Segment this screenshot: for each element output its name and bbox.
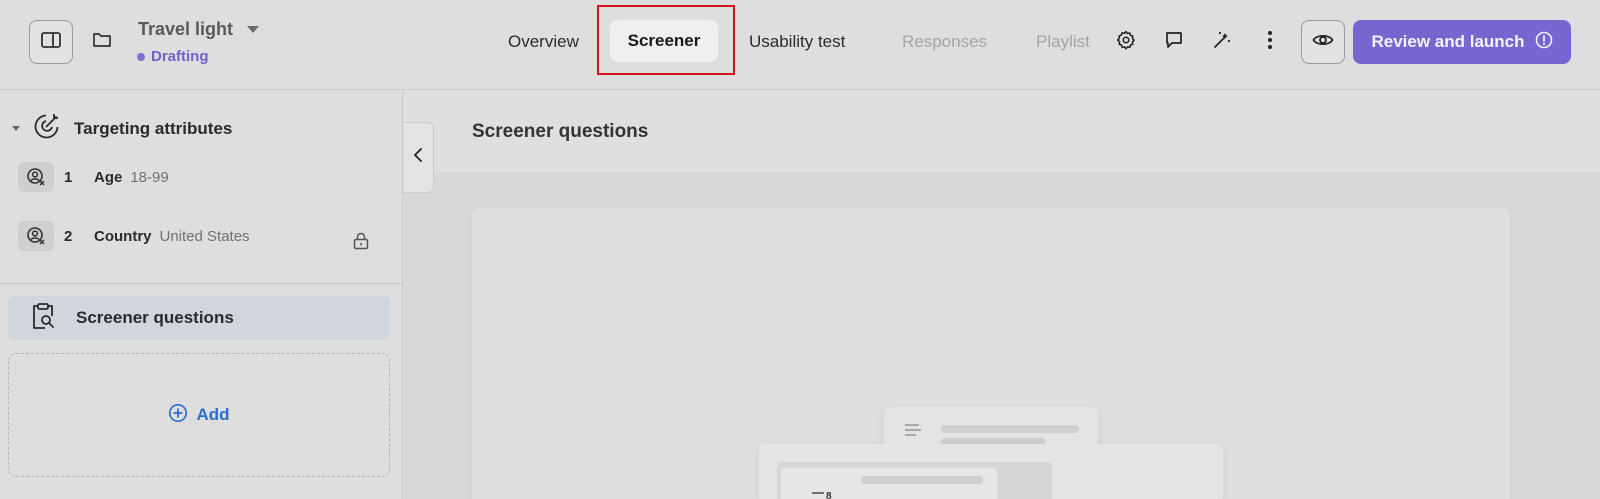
status-dot-icon	[137, 52, 145, 61]
illustration-inner-card: 8	[781, 468, 997, 499]
placeholder-line	[941, 425, 1079, 433]
sidebar-item-label: Screener questions	[76, 308, 234, 327]
attribute-name: Country	[94, 227, 152, 245]
chevron-down-icon	[247, 26, 260, 33]
comments-button[interactable]	[1160, 28, 1188, 56]
status-badge: Drafting	[137, 48, 209, 65]
chevron-left-icon	[413, 147, 423, 168]
svg-text:8: 8	[826, 491, 832, 499]
settings-icon	[1115, 29, 1137, 56]
user-attribute-icon	[18, 162, 54, 192]
clipboard-search-icon	[30, 302, 56, 335]
tab-responses[interactable]: Responses	[902, 32, 987, 52]
text-lines-icon	[904, 423, 922, 442]
alert-circle-icon	[1535, 31, 1553, 54]
folder-icon	[92, 31, 112, 53]
attribute-number: 2	[64, 227, 73, 245]
project-title: Travel light	[138, 19, 234, 39]
more-options-button[interactable]	[1256, 28, 1284, 56]
attribute-row-country[interactable]: 2 Country United States	[18, 221, 250, 251]
illustration-card-front: 8	[759, 444, 1223, 499]
list-number-icon: 8	[811, 490, 833, 499]
add-label: Add	[196, 405, 230, 424]
toggle-sidebar-button[interactable]	[29, 20, 73, 64]
tab-usability-test[interactable]: Usability test	[749, 32, 845, 52]
sidebar-panel-icon	[41, 31, 61, 53]
sidebar: Targeting attributes 1 Age 18-99 2 Count…	[0, 91, 403, 499]
launch-label: Review and launch	[1371, 32, 1525, 51]
preview-button[interactable]	[1301, 20, 1345, 64]
attribute-value: United States	[159, 227, 250, 245]
attribute-number: 1	[64, 168, 73, 186]
target-icon	[32, 111, 62, 146]
targeting-section-header[interactable]: Targeting attributes	[12, 111, 232, 146]
magic-wand-icon	[1211, 29, 1233, 56]
user-attribute-icon	[18, 221, 54, 251]
tab-playlist[interactable]: Playlist	[1036, 32, 1090, 52]
section-title: Targeting attributes	[74, 118, 233, 138]
comment-icon	[1164, 30, 1184, 55]
attribute-row-age[interactable]: 1 Age 18-99	[18, 162, 169, 192]
tab-overview[interactable]: Overview	[508, 32, 579, 52]
illustration-inner-panel: 8	[777, 462, 1052, 499]
eye-icon	[1312, 32, 1334, 53]
top-bar: Travel light Drafting Overview Screener …	[0, 0, 1600, 90]
sidebar-divider	[0, 283, 403, 284]
attribute-value: 18-99	[130, 168, 169, 186]
ai-assist-button[interactable]	[1208, 28, 1236, 56]
settings-button[interactable]	[1112, 28, 1140, 56]
page-title: Screener questions	[472, 121, 649, 142]
folder-button[interactable]	[88, 28, 116, 56]
collapse-caret-icon[interactable]	[12, 126, 20, 131]
tab-screener[interactable]: Screener	[610, 20, 718, 62]
lock-icon	[353, 232, 369, 255]
plus-circle-icon	[168, 403, 188, 428]
project-title-dropdown[interactable]: Travel light	[138, 19, 260, 40]
more-vertical-icon	[1267, 30, 1273, 55]
sidebar-item-screener-questions[interactable]: Screener questions	[8, 296, 390, 340]
placeholder-line	[861, 476, 983, 484]
collapse-sidebar-button[interactable]	[403, 122, 434, 193]
add-question-button[interactable]: Add	[8, 353, 390, 477]
review-and-launch-button[interactable]: Review and launch	[1353, 20, 1571, 64]
status-label: Drafting	[151, 48, 209, 65]
attribute-name: Age	[94, 168, 123, 186]
